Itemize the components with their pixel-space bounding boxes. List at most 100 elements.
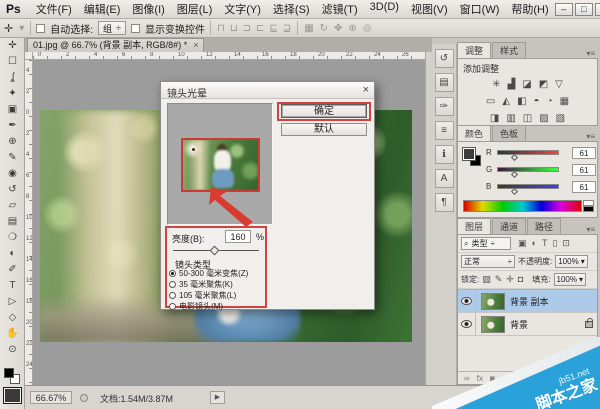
photo-filter-icon[interactable]: ◓ (534, 93, 540, 110)
properties-panel-icon[interactable]: ▤ (435, 73, 454, 92)
hand-tool[interactable]: ✋ (0, 326, 25, 342)
3d-scale-icon[interactable]: ◎ (362, 23, 373, 34)
close-button[interactable]: × (595, 3, 600, 16)
blur-tool[interactable]: ❍ (0, 230, 25, 246)
brightness-slider[interactable] (173, 250, 259, 251)
toolbar-color-swatch[interactable] (3, 387, 22, 404)
layers-tab-1[interactable]: 图层 (457, 218, 491, 234)
marquee-tool[interactable]: ☐ (0, 54, 25, 70)
radio-button[interactable] (169, 281, 176, 288)
healing-brush-tool[interactable]: ⊕ (0, 134, 25, 150)
shape-tool[interactable]: ◇ (0, 310, 25, 326)
panel-menu-icon[interactable]: ▾≡ (586, 225, 598, 234)
foreground-background-swatches[interactable] (4, 368, 20, 384)
document-tab-close-icon[interactable]: × (193, 39, 198, 52)
auto-select-checkbox[interactable] (36, 24, 45, 33)
tool-preset-arrow-icon[interactable]: ▾ (18, 23, 25, 34)
visibility-cell[interactable] (458, 290, 476, 312)
flare-preview-thumbnail annotation-box[interactable] (181, 138, 260, 192)
history-panel-icon[interactable]: ↺ (435, 49, 454, 68)
layer-filter-type-select[interactable]: ⌕ 类型 ÷ (461, 237, 511, 250)
blend-mode-select[interactable]: 正常÷ (461, 255, 515, 268)
status-options-arrow[interactable]: ▶ (210, 391, 225, 404)
dialog-titlebar[interactable]: 镜头光晕 × (161, 82, 374, 99)
menu-layer[interactable]: 图层(L) (171, 1, 218, 17)
paragraph-panel-icon[interactable]: ¶ (435, 193, 454, 212)
path-select-tool[interactable]: ▷ (0, 294, 25, 310)
brush-presets-panel-icon[interactable]: ✑ (435, 97, 454, 116)
move-tool[interactable]: ✛ (0, 38, 25, 54)
brightness-input[interactable]: 160 (225, 230, 251, 243)
auto-align-icon[interactable]: ↻ (319, 23, 329, 34)
lock-move-icon[interactable]: ✛ (506, 274, 514, 285)
default-button[interactable]: 默认 (281, 123, 367, 136)
menu-view[interactable]: 视图(V) (405, 1, 454, 17)
slider-thumb[interactable] (511, 171, 518, 178)
selective-color-icon[interactable]: ▧ (556, 110, 565, 127)
layer-row-2[interactable]: 背景 (458, 313, 597, 336)
black-white-icon[interactable]: ◧ (517, 93, 526, 110)
color-spectrum-bar[interactable] (463, 200, 582, 212)
3d-rotate-icon[interactable]: ✥ (333, 23, 343, 34)
auto-select-target-select[interactable]: 组÷ (98, 21, 126, 35)
link-layers-icon[interactable]: ∞ (464, 374, 470, 383)
magic-wand-tool[interactable]: ✦ (0, 86, 25, 102)
layer-style-icon[interactable]: fx (477, 374, 483, 383)
align-left-edges-icon[interactable]: ⊏ (255, 23, 265, 34)
type-tool[interactable]: T (0, 278, 25, 294)
align-bottom-edges-icon[interactable]: ⊐ (242, 23, 252, 34)
menu-filter[interactable]: 滤镜(T) (316, 1, 364, 17)
info-panel-icon[interactable]: ℹ (435, 145, 454, 164)
maximize-button[interactable]: □ (575, 3, 593, 16)
adjustments-tab-1[interactable]: 调整 (457, 42, 491, 58)
zoom-tool[interactable]: ⊙ (0, 342, 25, 358)
lock-transparent-icon[interactable]: ▨ (482, 274, 491, 285)
lens-option-3[interactable]: 105 毫米聚焦(L) (169, 290, 265, 300)
lens-option-2[interactable]: 35 毫米聚焦(K) (169, 279, 265, 289)
eraser-tool[interactable]: ▱ (0, 198, 25, 214)
align-top-edges-icon[interactable]: ⊓ (216, 23, 226, 34)
canvas-vertical-scrollbar[interactable] (425, 52, 432, 385)
brush-tool[interactable]: ✎ (0, 150, 25, 166)
filter-type-layers-icon[interactable]: T (542, 238, 548, 249)
show-transform-checkbox[interactable] (131, 24, 140, 33)
curves-icon[interactable]: ◪ (522, 76, 531, 93)
lock-paint-icon[interactable]: ✎ (495, 274, 503, 285)
color-tab-1[interactable]: 颜色 (457, 125, 491, 141)
layer-row-1[interactable]: 背景 副本 (458, 290, 597, 313)
layers-tab-3[interactable]: 路径 (527, 218, 561, 234)
menu-edit[interactable]: 编辑(E) (78, 1, 127, 17)
opacity-select[interactable]: 100%▾ (555, 255, 587, 268)
channel-slider[interactable] (497, 150, 559, 155)
channel-mixer-icon[interactable]: ◔ (547, 93, 553, 110)
lasso-tool[interactable]: ʆ (0, 70, 25, 86)
dialog-close-icon[interactable]: × (363, 84, 369, 96)
gradient-map-icon[interactable]: ▨ (539, 110, 548, 127)
filter-shape-layers-icon[interactable]: ▯ (552, 238, 557, 249)
distribute-icon[interactable]: ▦ (303, 23, 314, 34)
lock-all-icon[interactable]: ◘ (518, 274, 523, 285)
foreground-color-swatch[interactable] (4, 368, 14, 378)
dodge-tool[interactable]: ◐ (0, 246, 25, 262)
clone-stamp-tool[interactable]: ◉ (0, 166, 25, 182)
visibility-eye-icon[interactable] (461, 320, 472, 328)
vibrance-icon[interactable]: ▽ (555, 76, 563, 93)
menu-type[interactable]: 文字(Y) (218, 1, 267, 17)
document-tab[interactable]: 01.jpg @ 66.7% (背景 副本, RGB/8#) * × (27, 38, 204, 52)
crop-tool[interactable]: ▣ (0, 102, 25, 118)
eyedropper-tool[interactable]: ✒ (0, 118, 25, 134)
menu-file[interactable]: 文件(F) (30, 1, 78, 17)
zoom-level-input[interactable]: 66.67% (30, 391, 72, 404)
color-panel-swatches[interactable] (463, 148, 483, 168)
ok-button[interactable]: 确定 (281, 104, 367, 118)
adjustments-tab-2[interactable]: 样式 (492, 42, 526, 58)
filter-smart-objects-icon[interactable]: ⊡ (562, 238, 570, 249)
menu-help[interactable]: 帮助(H) (505, 1, 554, 17)
exposure-icon[interactable]: ◩ (539, 76, 548, 93)
pen-tool[interactable]: ✐ (0, 262, 25, 278)
channel-value-input[interactable]: 61 (572, 181, 596, 193)
layers-tab-2[interactable]: 通道 (492, 218, 526, 234)
channel-value-input[interactable]: 61 (572, 164, 596, 176)
channel-slider[interactable] (497, 167, 559, 172)
history-brush-tool[interactable]: ↺ (0, 182, 25, 198)
